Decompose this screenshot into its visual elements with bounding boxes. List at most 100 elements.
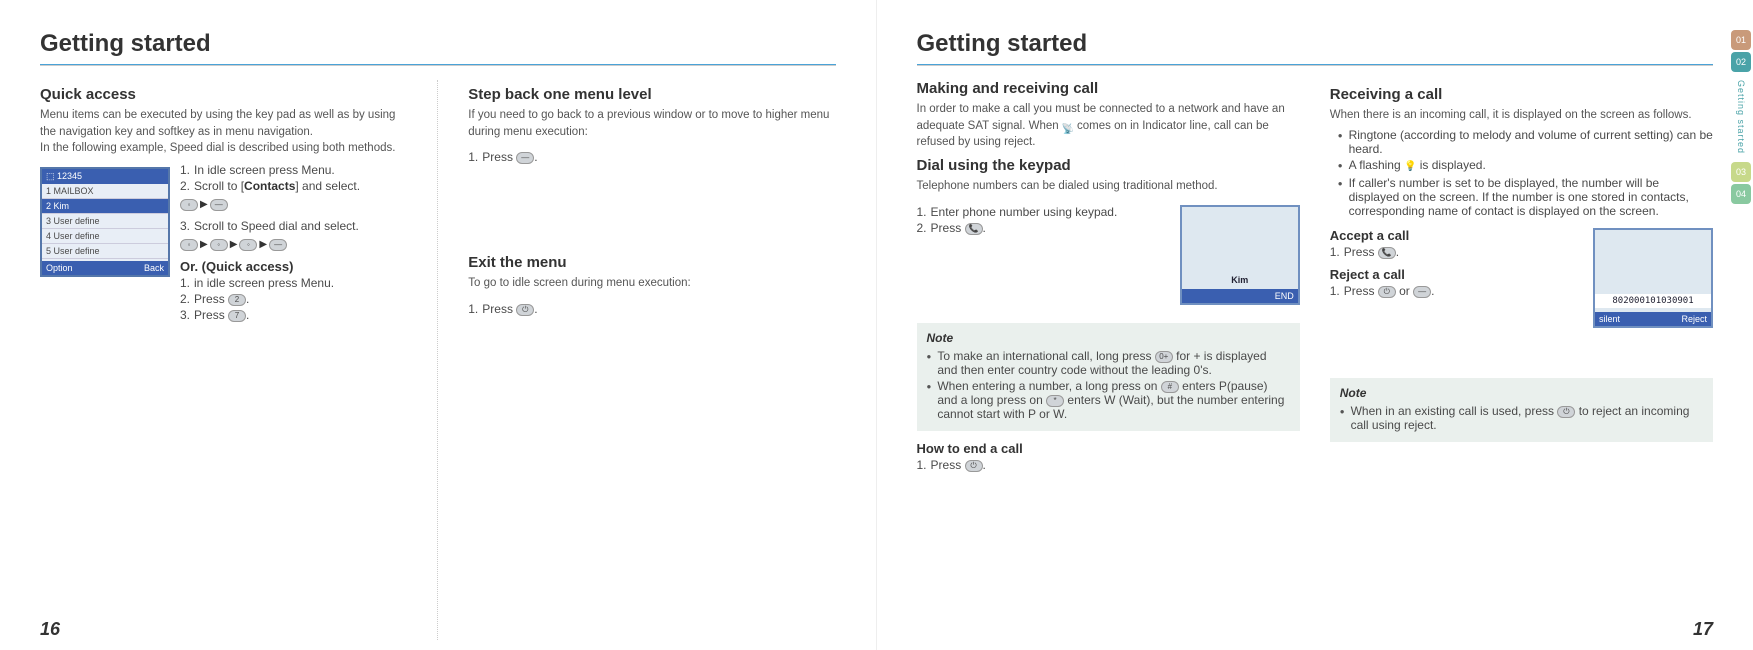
step-num: 1. (468, 302, 478, 316)
end-key-icon: ⏻ (516, 304, 534, 316)
receiving-intro: When there is an incoming call, it is di… (1330, 107, 1713, 124)
heading-quick-access: Quick access (40, 86, 407, 103)
note-title: Note (927, 331, 1290, 345)
page-number-right: 17 (1693, 619, 1713, 640)
screen-header: ⬚ 12345 (42, 169, 168, 184)
nav-key-icon: ◦ (210, 239, 228, 251)
softkey-icon: — (210, 199, 228, 211)
step-text: In idle screen press Menu. (194, 163, 335, 177)
page-title: Getting started (40, 30, 836, 58)
flashing-icon (1404, 158, 1416, 172)
title-underline (917, 64, 1714, 66)
softkey-end: END (1275, 291, 1294, 301)
step-num: 1. (180, 163, 190, 177)
note-bullet: When entering a number, a long press on … (927, 379, 1290, 421)
step-back-intro: If you need to go back to a previous win… (468, 107, 835, 140)
col-receiving-call: Receiving a call When there is an incomi… (1330, 80, 1713, 640)
col-making-call: Making and receiving call In order to ma… (917, 80, 1300, 640)
caller-name: Kim (1182, 275, 1298, 285)
receiving-bullet: Ringtone (according to melody and volume… (1338, 128, 1713, 156)
col-step-back: Step back one menu level If you need to … (437, 80, 835, 640)
col-quick-access: Quick access Menu items can be executed … (40, 80, 407, 640)
screen-row: 1 MAILBOX (42, 184, 168, 199)
tab-03: 03 (1731, 162, 1751, 182)
keypad-star-icon: * (1046, 395, 1064, 407)
dial-screenshot: Kim END (1180, 205, 1300, 305)
note-bullet: To make an international call, long pres… (927, 349, 1290, 377)
receiving-bullet: If caller's number is set to be displaye… (1338, 176, 1713, 218)
keypad-0-icon: 0+ (1155, 351, 1173, 363)
exit-menu-intro: To go to idle screen during menu executi… (468, 275, 835, 292)
softkey-reject: Reject (1681, 314, 1707, 324)
step-num: 2. (180, 179, 190, 193)
softkey-left: Option (46, 263, 73, 273)
title-underline (40, 64, 836, 66)
step-num: 1. (1330, 245, 1340, 259)
step-num: 3. (180, 308, 190, 322)
step-text: in idle screen press Menu. (194, 276, 334, 290)
page-17: Getting started Making and receiving cal… (877, 0, 1753, 650)
call-key-icon: 📞 (965, 223, 983, 235)
heading-step-back: Step back one menu level (468, 86, 835, 103)
dial-intro: Telephone numbers can be dialed using tr… (917, 178, 1300, 195)
step-num: 3. (180, 219, 190, 233)
end-key-icon: ⏻ (1557, 406, 1575, 418)
step-text: Scroll to [Contacts] and select. (194, 179, 360, 193)
quick-access-intro-2: In the following example, Speed dial is … (40, 140, 407, 157)
caller-number: 802000101030901 (1595, 294, 1711, 308)
nav-key-icon: ◦ (239, 239, 257, 251)
step-text: Press ⏻. (482, 302, 537, 316)
softkey-icon: — (1413, 286, 1431, 298)
step-text: Press ⏻. (931, 458, 986, 472)
arrow-icon: ▶ (259, 239, 267, 250)
softkey-icon: — (269, 239, 287, 251)
columns: Quick access Menu items can be executed … (40, 80, 836, 640)
arrow-icon: ▶ (200, 199, 208, 210)
step-num: 1. (917, 458, 927, 472)
accept-reject-block: 802000101030901 silentReject Accept a ca… (1330, 228, 1713, 348)
arrow-icon: ▶ (230, 239, 238, 250)
keypad-hash-icon: # (1161, 381, 1179, 393)
note-bullet: When in an existing call is used, press … (1340, 404, 1703, 432)
keypad-2-icon: 2 (228, 294, 246, 306)
step-text: Press 7. (194, 308, 249, 322)
step-text: Enter phone number using keypad. (931, 205, 1118, 219)
end-key-icon: ⏻ (965, 460, 983, 472)
step-text: Press 📞. (1344, 245, 1399, 259)
step-text: Scroll to Speed dial and select. (194, 219, 359, 233)
step-num: 1. (917, 205, 927, 219)
screen-row: 3 User define (42, 214, 168, 229)
speed-dial-screenshot: ⬚ 12345 1 MAILBOX 2 Kim 3 User define 4 … (40, 167, 170, 277)
tab-01: 01 (1731, 30, 1751, 50)
heading-or-quick-access: Or. (Quick access) (180, 259, 407, 274)
softkey-right: Back (144, 263, 164, 273)
step-num: 1. (468, 150, 478, 164)
tab-04: 04 (1731, 184, 1751, 204)
step-text: Press —. (482, 150, 537, 164)
nav-key-icon: ◦ (180, 239, 198, 251)
step-num: 2. (917, 221, 927, 235)
heading-end-call: How to end a call (917, 441, 1300, 456)
tab-02-active: 02 (1731, 52, 1751, 72)
chapter-tabs: 01 02 Getting started 03 04 (1729, 30, 1753, 204)
dial-steps-block: Kim END 1. Enter phone number using keypa… (917, 205, 1300, 315)
tab-label: Getting started (1736, 80, 1746, 154)
step-num: 2. (180, 292, 190, 306)
page-16: Getting started Quick access Menu items … (0, 0, 877, 650)
page-spread: Getting started Quick access Menu items … (0, 0, 1753, 650)
note-international-call: Note To make an international call, long… (917, 323, 1300, 431)
back-key-icon: — (516, 152, 534, 164)
page-number-left: 16 (40, 619, 60, 640)
heading-making-call: Making and receiving call (917, 80, 1300, 97)
step-num: 1. (1330, 284, 1340, 298)
quick-access-intro-1: Menu items can be executed by using the … (40, 107, 407, 140)
step-text: Press ⏻ or —. (1344, 284, 1435, 298)
keypad-7-icon: 7 (228, 310, 246, 322)
making-call-intro: In order to make a call you must be conn… (917, 101, 1300, 151)
screen-row-selected: 2 Kim (42, 199, 168, 214)
heading-receiving-call: Receiving a call (1330, 86, 1713, 103)
nav-key-icon: ◦ (180, 199, 198, 211)
screen-row: 4 User define (42, 229, 168, 244)
receiving-bullet: A flashing is displayed. (1338, 158, 1713, 174)
heading-exit-menu: Exit the menu (468, 254, 835, 271)
